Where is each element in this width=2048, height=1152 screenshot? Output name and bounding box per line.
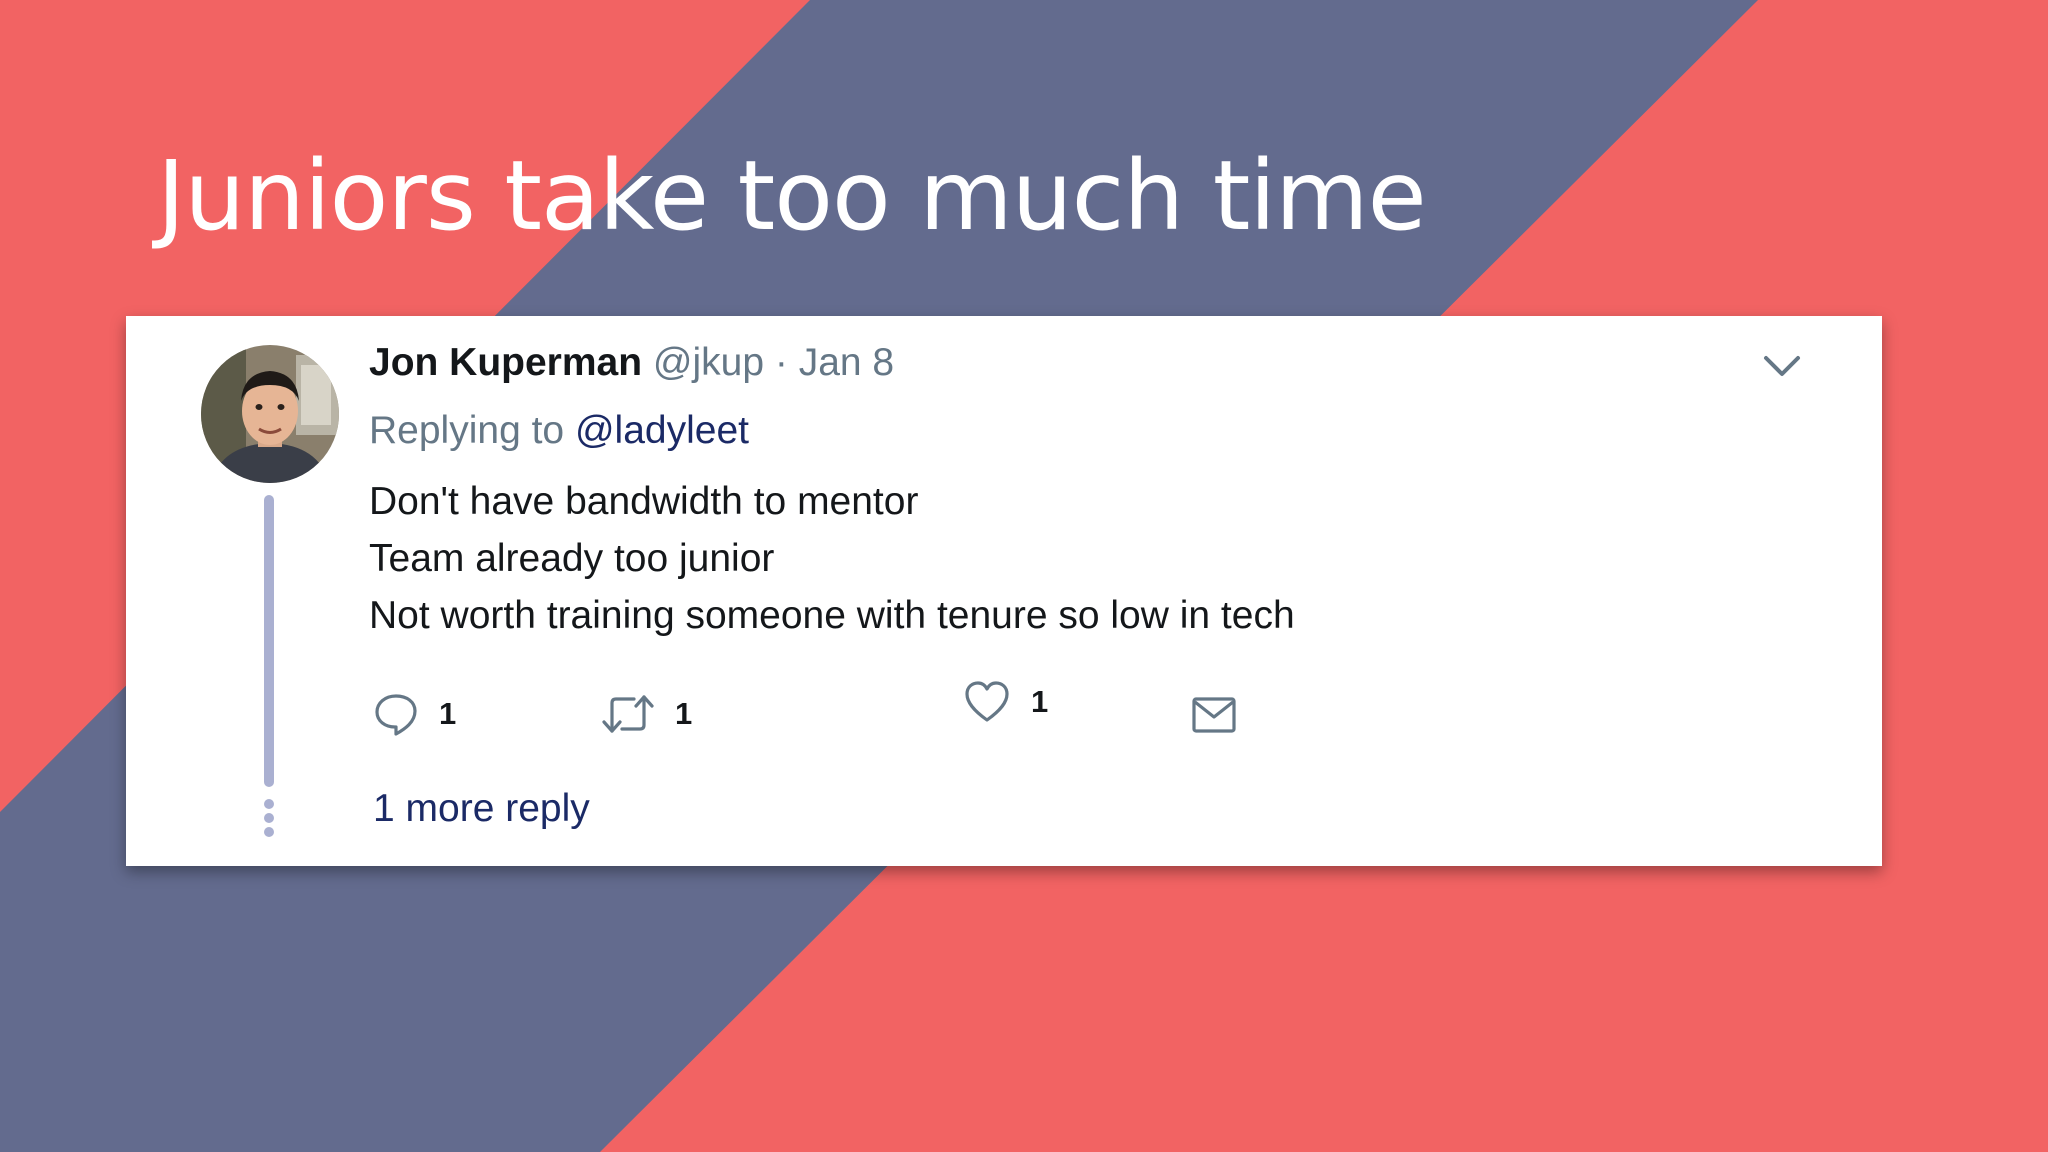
reply-mention-link[interactable]: @ladyleet (575, 409, 749, 452)
thread-line (264, 495, 274, 787)
retweet-icon (602, 695, 654, 733)
more-replies-link[interactable]: 1 more reply (373, 784, 590, 834)
tweet-date[interactable]: Jan 8 (799, 341, 894, 384)
replying-to-label: Replying to (369, 409, 565, 452)
heart-icon (965, 681, 1009, 722)
slide-title: Juniors take too much time (157, 140, 1427, 252)
author-handle[interactable]: @jkup (653, 341, 764, 384)
author-name[interactable]: Jon Kuperman (369, 341, 642, 384)
reply-count: 1 (439, 696, 457, 731)
envelope-icon (1192, 697, 1236, 733)
tweet-card[interactable]: Jon Kuperman @jkup · Jan 8 Replying to @… (126, 316, 1882, 866)
tweet-text: Don't have bandwidth to mentor Team alre… (369, 473, 1295, 644)
tweet-text-line: Not worth training someone with tenure s… (369, 594, 1295, 637)
thread-more-dots (264, 799, 274, 839)
speech-bubble-icon (375, 694, 417, 736)
retweet-button[interactable]: 1 (601, 686, 692, 742)
reply-button[interactable]: 1 (373, 686, 456, 742)
like-button[interactable]: 1 (963, 674, 1048, 730)
slide: Juniors take too much time Jon Kuperman … (0, 0, 2048, 1152)
tweet-header: Jon Kuperman @jkup · Jan 8 (369, 338, 894, 388)
separator: · (774, 341, 788, 384)
tweet-text-line: Don't have bandwidth to mentor (369, 480, 919, 523)
replying-to: Replying to @ladyleet (369, 406, 749, 456)
like-count: 1 (1031, 684, 1049, 719)
chevron-down-icon[interactable] (1763, 353, 1801, 379)
tweet-text-line: Team already too junior (369, 537, 775, 580)
direct-message-button[interactable] (1191, 686, 1237, 742)
avatar[interactable] (201, 345, 339, 483)
retweet-count: 1 (675, 696, 693, 731)
